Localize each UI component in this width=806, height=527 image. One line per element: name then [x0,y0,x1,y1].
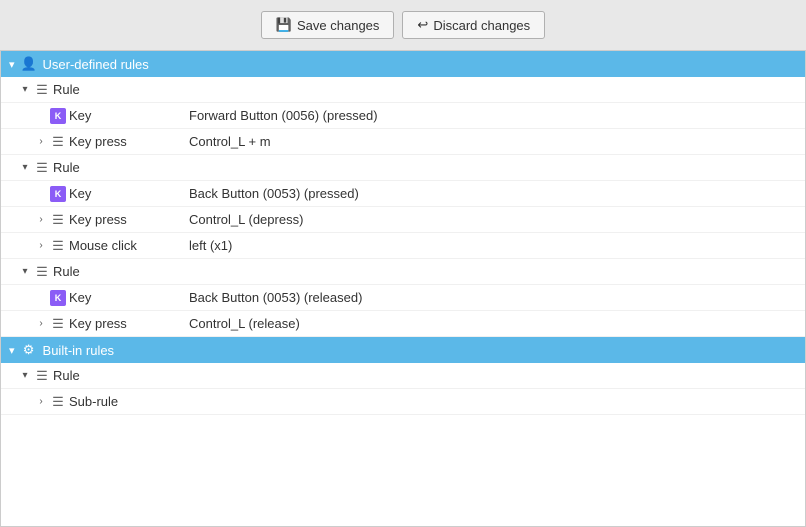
rule2-key-spacer [33,186,49,202]
rule3-key-spacer [33,290,49,306]
built-in-label: Built-in rules [43,343,115,358]
rule3-keypress-value: Control_L (release) [189,316,300,331]
rule3-keypress-list-icon: ☰ [49,315,67,333]
rule2-list-icon: ☰ [33,159,51,177]
rule2-key-icon: K [49,185,67,203]
rule2-mouseclick-label: Mouse click [69,238,189,253]
user-defined-icon: 👤 [21,56,37,72]
rule3-key-label: Key [69,290,189,305]
rule3-keypress-chevron[interactable]: › [33,316,49,332]
user-defined-section-header[interactable]: ▾ 👤 User-defined rules [1,51,805,77]
rule2-key-label: Key [69,186,189,201]
rule2-mouseclick-value: left (x1) [189,238,232,253]
rule1-key-row[interactable]: K Key Forward Button (0056) (pressed) [1,103,805,129]
rule3-label: Rule [53,264,173,279]
builtin-subrule-label: Sub-rule [69,394,189,409]
built-in-gear-icon: ⚙ [21,342,37,358]
save-icon: 💾 [276,17,292,33]
discard-label: Discard changes [433,18,530,33]
rule2-key-value: Back Button (0053) (pressed) [189,186,359,201]
rule1-list-icon: ☰ [33,81,51,99]
rule2-row[interactable]: ▾ ☰ Rule [1,155,805,181]
rule3-keypress-row[interactable]: › ☰ Key press Control_L (release) [1,311,805,337]
save-label: Save changes [297,18,379,33]
rule1-label: Rule [53,82,173,97]
rule2-keypress-chevron[interactable]: › [33,212,49,228]
rule2-label: Rule [53,160,173,175]
user-defined-label: User-defined rules [43,57,149,72]
rule2-key-row[interactable]: K Key Back Button (0053) (pressed) [1,181,805,207]
rule1-row[interactable]: ▾ ☰ Rule [1,77,805,103]
rule1-keypress-list-icon: ☰ [49,133,67,151]
rule1-keypress-label: Key press [69,134,189,149]
rule3-key-value: Back Button (0053) (released) [189,290,362,305]
rule2-keypress-list-icon: ☰ [49,211,67,229]
rule2-mouseclick-list-icon: ☰ [49,237,67,255]
rule2-mouseclick-row[interactable]: › ☰ Mouse click left (x1) [1,233,805,259]
save-changes-button[interactable]: 💾 Save changes [261,11,395,39]
rule1-key-label: Key [69,108,189,123]
rule2-keypress-value: Control_L (depress) [189,212,303,227]
rule1-keypress-chevron[interactable]: › [33,134,49,150]
builtin-subrule-list-icon: ☰ [49,393,67,411]
rule3-key-row[interactable]: K Key Back Button (0053) (released) [1,285,805,311]
builtin-subrule-row[interactable]: › ☰ Sub-rule [1,389,805,415]
rule2-keypress-row[interactable]: › ☰ Key press Control_L (depress) [1,207,805,233]
section-collapse-chevron: ▾ [9,58,15,71]
builtin-rule1-list-icon: ☰ [33,367,51,385]
builtin-subrule-chevron[interactable]: › [33,394,49,410]
rule1-key-value: Forward Button (0056) (pressed) [189,108,378,123]
built-in-collapse-chevron: ▾ [9,344,15,357]
rule3-list-icon: ☰ [33,263,51,281]
builtin-rule1-row[interactable]: ▾ ☰ Rule [1,363,805,389]
toolbar: 💾 Save changes ↩ Discard changes [0,0,806,50]
rule1-keypress-value: Control_L + m [189,134,271,149]
builtin-rule1-label: Rule [53,368,173,383]
discard-icon: ↩ [417,17,428,33]
discard-changes-button[interactable]: ↩ Discard changes [402,11,545,39]
tree-container: ▾ 👤 User-defined rules ▾ ☰ Rule K Key Fo… [0,50,806,527]
rule1-key-spacer [33,108,49,124]
rule3-collapse-chevron[interactable]: ▾ [17,264,33,280]
rule2-collapse-chevron[interactable]: ▾ [17,160,33,176]
rule3-keypress-label: Key press [69,316,189,331]
rule1-collapse-chevron[interactable]: ▾ [17,82,33,98]
rule2-mouseclick-chevron[interactable]: › [33,238,49,254]
rule3-key-icon: K [49,289,67,307]
rule3-row[interactable]: ▾ ☰ Rule [1,259,805,285]
rule2-keypress-label: Key press [69,212,189,227]
rule1-keypress-row[interactable]: › ☰ Key press Control_L + m [1,129,805,155]
builtin-rule1-collapse-chevron[interactable]: ▾ [17,368,33,384]
built-in-section-header[interactable]: ▾ ⚙ Built-in rules [1,337,805,363]
rule1-key-icon: K [49,107,67,125]
